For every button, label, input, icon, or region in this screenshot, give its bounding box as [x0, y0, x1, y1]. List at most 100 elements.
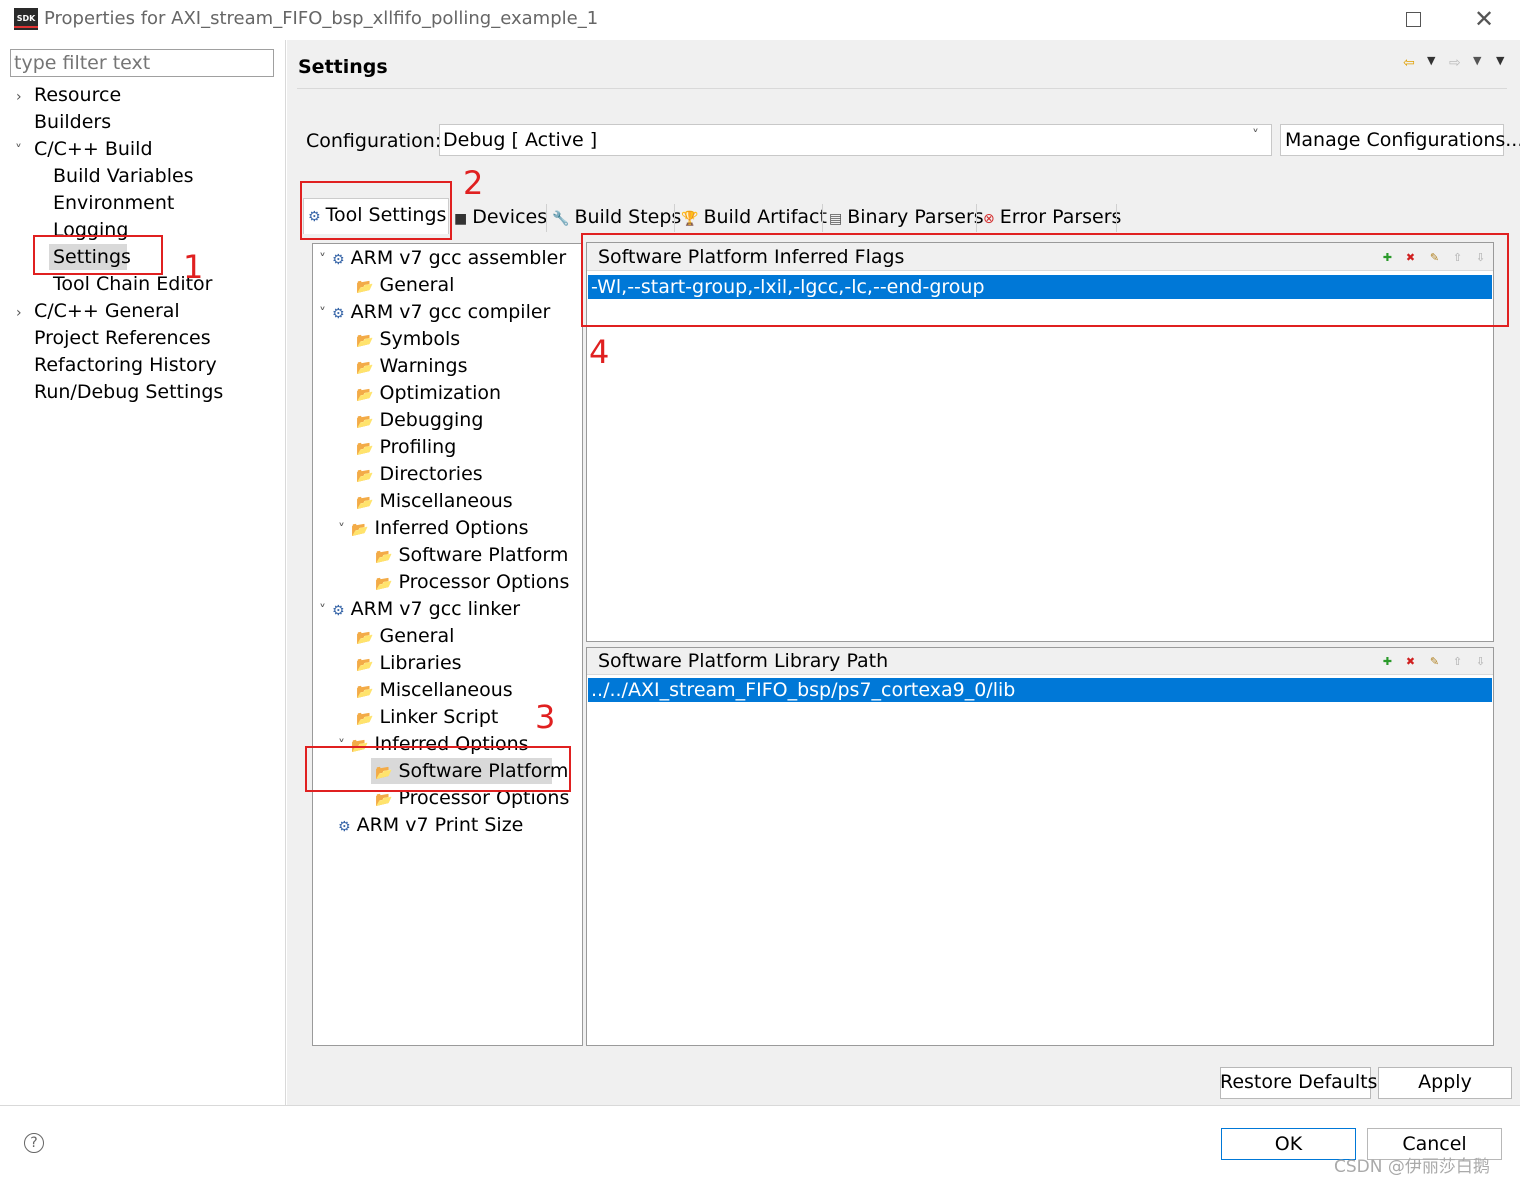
annotation-number-1: 1 — [183, 248, 204, 286]
annotation-number-2: 2 — [463, 164, 484, 202]
tab-divider — [674, 204, 675, 232]
annotation-box-2 — [300, 181, 452, 240]
view-menu-icon[interactable]: ▼ — [1496, 54, 1504, 67]
tree-item-linker-misc[interactable]: 📂 Miscellaneous — [356, 678, 513, 705]
footer-divider — [0, 1105, 1520, 1106]
back-dropdown-icon[interactable]: ▼ — [1427, 54, 1435, 67]
chevron-right-icon[interactable]: › — [16, 89, 22, 105]
tree-item-linker-script[interactable]: 📂 Linker Script — [356, 705, 498, 732]
chip-icon: ■ — [454, 211, 468, 227]
trophy-icon: 🏆 — [681, 211, 699, 227]
configuration-value[interactable]: Debug [ Active ] — [443, 128, 597, 153]
annotation-box-1 — [33, 235, 163, 275]
page-title: Settings — [298, 56, 388, 78]
chevron-right-icon[interactable]: › — [16, 299, 22, 326]
gear-icon: ⚙ — [332, 252, 345, 268]
tab-build-steps[interactable]: 🔧 Build Steps — [552, 205, 681, 232]
annotation-number-3: 3 — [535, 698, 556, 736]
nav-item-builders[interactable]: Builders — [34, 110, 111, 135]
forward-arrow-icon[interactable]: ⇨ — [1449, 52, 1461, 71]
tab-binary-parsers[interactable]: ▤ Binary Parsers — [829, 205, 984, 232]
nav-item-build-variables[interactable]: Build Variables — [53, 164, 194, 189]
nav-label-resource[interactable]: Resource — [34, 83, 121, 108]
manage-configurations-label[interactable]: Manage Configurations... — [1285, 128, 1520, 153]
tree-item-compiler-misc[interactable]: 📂 Miscellaneous — [356, 489, 513, 516]
library-path-row[interactable]: ../../AXI_stream_FIFO_bsp/ps7_cortexa9_0… — [588, 678, 1492, 702]
nav-item-cpp-general[interactable]: C/C++ General — [34, 299, 180, 324]
nav-item-refactoring-history[interactable]: Refactoring History — [34, 353, 217, 378]
configuration-label: Configuration: — [306, 130, 442, 152]
settings-folder-icon: 📂 — [356, 657, 374, 673]
tree-item-compiler-sw-platform[interactable]: 📂 Software Platform — [375, 543, 568, 570]
restore-defaults-label[interactable]: Restore Defaults — [1220, 1070, 1377, 1095]
tab-divider — [976, 204, 977, 232]
tree-item-optimization[interactable]: 📂 Optimization — [356, 381, 501, 408]
help-icon[interactable]: ? — [24, 1133, 44, 1153]
settings-folder-icon: 📂 — [356, 387, 374, 403]
tree-item-warnings[interactable]: 📂 Warnings — [356, 354, 468, 381]
move-up-icon[interactable]: ⇧ — [1450, 654, 1465, 669]
tree-item-print-size[interactable]: ⚙ ARM v7 Print Size — [338, 813, 523, 840]
tree-item-assembler-general[interactable]: 📂 General — [356, 273, 454, 300]
chevron-down-icon[interactable]: ˅ — [319, 306, 326, 322]
back-arrow-icon[interactable]: ⇦ — [1403, 52, 1415, 71]
settings-folder-icon: 📂 — [356, 333, 374, 349]
tree-item-assembler[interactable]: ˅ ⚙ ARM v7 gcc assembler — [319, 246, 566, 273]
settings-folder-icon: 📂 — [356, 495, 374, 511]
nav-item-environment[interactable]: Environment — [53, 191, 174, 216]
settings-folder-icon: 📂 — [356, 468, 374, 484]
tab-build-artifact[interactable]: 🏆 Build Artifact — [681, 205, 827, 232]
tree-item-compiler-processor[interactable]: 📂 Processor Options — [375, 570, 569, 597]
tab-divider — [1116, 204, 1117, 232]
chevron-down-icon[interactable]: ˅ — [319, 603, 326, 619]
tab-divider — [546, 204, 547, 232]
tree-item-compiler[interactable]: ˅ ⚙ ARM v7 gcc compiler — [319, 300, 550, 327]
settings-folder-icon: 📂 — [356, 279, 374, 295]
library-path-title: Software Platform Library Path — [598, 650, 889, 672]
tree-item-symbols[interactable]: 📂 Symbols — [356, 327, 460, 354]
tree-item-linker-general[interactable]: 📂 General — [356, 624, 454, 651]
settings-folder-icon: 📂 — [356, 360, 374, 376]
tree-item-linker[interactable]: ˅ ⚙ ARM v7 gcc linker — [319, 597, 520, 624]
settings-folder-icon: 📂 — [375, 549, 393, 565]
window-title: Properties for AXI_stream_FIFO_bsp_xllfi… — [44, 8, 599, 29]
tree-item-directories[interactable]: 📂 Directories — [356, 462, 483, 489]
tree-item-libraries[interactable]: 📂 Libraries — [356, 651, 462, 678]
wrench-icon: 🔧 — [552, 211, 570, 227]
chevron-down-icon[interactable]: ˅ — [319, 252, 326, 268]
watermark: CSDN @伊丽莎白鹅 — [1334, 1157, 1490, 1177]
nav-item-run-debug-settings[interactable]: Run/Debug Settings — [34, 380, 223, 405]
header-divider — [297, 88, 1507, 89]
tab-error-parsers[interactable]: ⊗ Error Parsers — [983, 205, 1121, 232]
tree-item-debugging[interactable]: 📂 Debugging — [356, 408, 483, 435]
chevron-down-icon[interactable]: ˅ — [338, 522, 345, 538]
settings-folder-icon: 📂 — [356, 414, 374, 430]
close-icon[interactable]: ✕ — [1474, 6, 1494, 32]
gear-icon: ⚙ — [332, 306, 345, 322]
add-icon[interactable]: ✚ — [1380, 654, 1395, 669]
delete-icon[interactable]: ✖ — [1403, 654, 1418, 669]
nav-item-resource[interactable]: › — [16, 83, 22, 110]
chevron-down-icon[interactable]: ˅ — [15, 137, 22, 164]
move-down-icon[interactable]: ⇩ — [1473, 654, 1488, 669]
settings-folder-icon: 📂 — [351, 522, 369, 538]
tree-item-compiler-inferred[interactable]: ˅ 📂 Inferred Options — [338, 516, 529, 543]
maximize-icon[interactable] — [1406, 12, 1421, 27]
nav-item-cpp-build[interactable]: C/C++ Build — [34, 137, 153, 162]
annotation-box-3 — [305, 746, 571, 792]
filter-input[interactable] — [10, 49, 274, 77]
annotation-box-4 — [581, 233, 1509, 327]
chevron-down-icon[interactable]: ˅ — [1252, 128, 1259, 144]
sdk-app-icon: SDK — [14, 8, 38, 30]
annotation-number-4: 4 — [589, 333, 610, 371]
tree-item-profiling[interactable]: 📂 Profiling — [356, 435, 456, 462]
settings-folder-icon: 📂 — [356, 684, 374, 700]
edit-icon[interactable]: ✎ — [1427, 654, 1442, 669]
gear-icon: ⚙ — [338, 819, 351, 835]
nav-item-project-references[interactable]: Project References — [34, 326, 211, 351]
tab-divider — [822, 204, 823, 232]
error-icon: ⊗ — [983, 211, 995, 227]
tab-devices[interactable]: ■ Devices — [454, 205, 547, 232]
apply-label[interactable]: Apply — [1378, 1070, 1512, 1095]
forward-dropdown-icon[interactable]: ▼ — [1473, 54, 1481, 67]
